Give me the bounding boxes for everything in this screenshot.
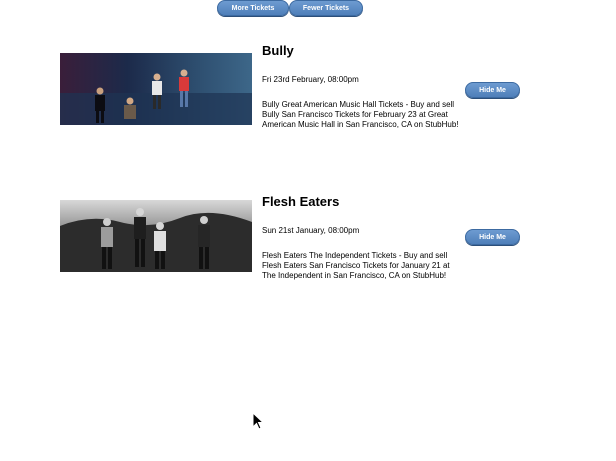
more-tickets-button[interactable]: More Tickets [217,0,289,16]
event-card: Flesh Eaters Sun 21st January, 08:00pm F… [60,194,530,314]
event-photo-flesh-eaters [60,200,252,272]
event-photo-bully [60,53,252,125]
hide-event-button[interactable]: Hide Me [465,82,520,98]
ticket-count-controls: More Tickets Fewer Tickets [217,0,363,16]
fewer-tickets-button[interactable]: Fewer Tickets [289,0,363,16]
band-photo-icon [60,53,252,125]
event-date: Sun 21st January, 08:00pm [262,226,360,235]
band-photo-icon [60,200,252,272]
event-date: Fri 23rd February, 08:00pm [262,75,359,84]
ticket-list-page: More Tickets Fewer Tickets Bully Fri 23r… [0,0,616,461]
event-card: Bully Fri 23rd February, 08:00pm Bully G… [60,43,530,163]
event-title: Flesh Eaters [262,194,340,209]
hide-event-button[interactable]: Hide Me [465,229,520,245]
mouse-pointer-icon [252,412,264,430]
event-title: Bully [262,43,294,58]
event-description: Bully Great American Music Hall Tickets … [262,100,459,129]
event-description: Flesh Eaters The Independent Tickets - B… [262,251,450,280]
